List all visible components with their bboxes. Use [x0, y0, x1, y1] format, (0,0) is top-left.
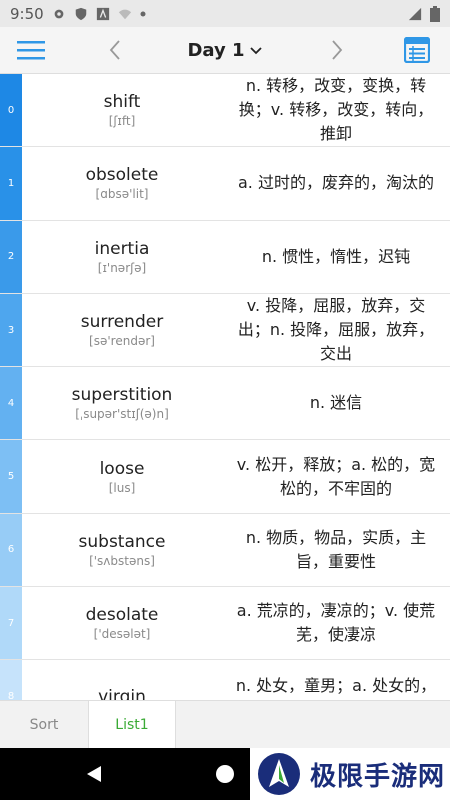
row-index: 6 — [0, 513, 22, 587]
menu-button[interactable] — [14, 33, 48, 67]
row-index: 7 — [0, 587, 22, 660]
word-text: obsolete — [85, 165, 159, 186]
word-row[interactable]: 1 obsolete [ɑbsə'lit] a. 过时的，废弃的，淘汰的 — [0, 147, 450, 221]
word-column: desolate ['desələt] — [22, 587, 222, 659]
definition-text: n. 迷信 — [309, 393, 363, 413]
signal-icon — [408, 7, 422, 20]
word-column: shift [ʃɪft] — [22, 74, 222, 146]
home-circle-icon — [216, 765, 234, 783]
word-column: inertia [ɪ'nərʃə] — [22, 221, 222, 293]
tab-sort[interactable]: Sort — [0, 701, 88, 748]
word-row[interactable]: 2 inertia [ɪ'nərʃə] n. 惯性，惰性，迟钝 — [0, 220, 450, 294]
definition-text: n. 物质，物品，实质，主旨，重要性 — [245, 527, 427, 571]
hamburger-menu-icon — [17, 41, 45, 60]
phonetic-text: [ɑbsə'lit] — [95, 187, 149, 202]
word-row[interactable]: 3 surrender [sə'rendər] v. 投降，屈服，放弃，交出；n. 投… — [0, 293, 450, 368]
font-icon — [96, 7, 109, 20]
phonetic-text: [ɪ'nərʃə] — [97, 260, 147, 275]
word-text: inertia — [94, 238, 150, 259]
watermark: 极限手游网 — [250, 748, 450, 800]
list-view-button[interactable] — [400, 33, 434, 67]
tab-list1-label: List1 — [115, 716, 149, 733]
word-text: substance — [78, 531, 166, 552]
home-button[interactable] — [215, 764, 235, 788]
watermark-text: 极限手游网 — [310, 761, 446, 792]
definition-text: n. 处女，童男；a. 处女的， — [235, 676, 437, 696]
word-column: virgin — [22, 660, 222, 700]
word-row[interactable]: 6 substance ['sʌbstəns] n. 物质，物品，实质，主旨，重要性 — [0, 513, 450, 588]
battery-icon — [430, 5, 440, 22]
word-column: obsolete [ɑbsə'lit] — [22, 147, 222, 219]
chevron-down-icon — [249, 46, 262, 54]
phonetic-text: [lus] — [108, 480, 136, 495]
row-index: 4 — [0, 367, 22, 440]
definition-text: n. 惯性，惰性，迟钝 — [261, 246, 411, 266]
settings-icon — [54, 9, 64, 18]
back-button[interactable] — [86, 765, 102, 787]
previous-day-button[interactable] — [100, 33, 130, 67]
word-text: desolate — [85, 605, 159, 626]
word-text: surrender — [80, 312, 164, 333]
word-text: virgin — [98, 686, 146, 700]
watermark-logo-icon — [258, 753, 300, 795]
list-view-icon — [404, 37, 430, 63]
word-column: superstition [ˌsupər'stɪʃ(ə)n] — [22, 367, 222, 439]
definition-text: a. 过时的，废弃的，淘汰的 — [238, 173, 434, 193]
word-row[interactable]: 0 shift [ʃɪft] n. 转移，改变，变换，转换；v. 转移，改变，转向，推… — [0, 74, 450, 148]
word-text: loose — [99, 458, 145, 479]
toolbar: Day 1 — [0, 27, 450, 74]
tab-sort-label: Sort — [29, 716, 59, 733]
row-index: 0 — [0, 74, 22, 147]
row-index: 8 — [0, 660, 22, 700]
bottom-tabs: Sort List1 — [0, 700, 450, 748]
word-row[interactable]: 5 loose [lus] v. 松开，释放；a. 松的，宽松的，不牢固的 — [0, 440, 450, 514]
word-row[interactable]: 4 superstition [ˌsupər'stɪʃ(ə)n] n. 迷信 — [0, 367, 450, 441]
row-index: 2 — [0, 220, 22, 293]
notification-dot-icon — [140, 11, 146, 16]
phonetic-text: ['sʌbstəns] — [89, 553, 155, 568]
next-day-button[interactable] — [322, 33, 352, 67]
phonetic-text: [ʃɪft] — [108, 114, 136, 129]
definition-text: v. 松开，释放；a. 松的，宽松的，不牢固的 — [236, 454, 436, 498]
row-index: 1 — [0, 147, 22, 220]
shield-icon — [75, 7, 86, 20]
definition-text: v. 投降，屈服，放弃，交出；n. 投降，屈服，放弃，交出 — [237, 296, 435, 364]
row-index: 5 — [0, 440, 22, 513]
word-text: shift — [103, 92, 141, 113]
phonetic-text: ['desələt] — [93, 627, 151, 642]
word-column: surrender [sə'rendər] — [22, 294, 222, 366]
word-text: superstition — [71, 385, 173, 406]
phonetic-text: [ˌsupər'stɪʃ(ə)n] — [75, 407, 169, 422]
definition-text: n. 转移，改变，变换，转换；v. 转移，改变，转向，推卸 — [238, 76, 434, 144]
tab-list1[interactable]: List1 — [88, 701, 176, 748]
status-time: 9:50 — [10, 4, 44, 23]
chevron-right-icon — [332, 40, 343, 60]
phonetic-text: [sə'rendər] — [89, 334, 155, 349]
day-selector[interactable]: Day 1 — [187, 40, 262, 61]
status-bar: 9:50 — [0, 0, 450, 27]
definition-text: a. 荒凉的，凄凉的；v. 使荒芜，使凄凉 — [236, 601, 436, 645]
back-triangle-icon — [87, 766, 101, 782]
word-row[interactable]: 8 virgin n. 处女，童男；a. 处女的， — [0, 660, 450, 700]
chevron-left-icon — [109, 40, 120, 60]
word-column: substance ['sʌbstəns] — [22, 514, 222, 586]
word-column: loose [lus] — [22, 440, 222, 512]
word-list[interactable]: 0 shift [ʃɪft] n. 转移，改变，变换，转换；v. 转移，改变，转向，推… — [0, 74, 450, 700]
word-row[interactable]: 7 desolate ['desələt] a. 荒凉的，凄凉的；v. 使荒芜，使凄凉 — [0, 587, 450, 661]
page-title: Day 1 — [187, 40, 245, 61]
wifi-off-icon — [118, 9, 131, 19]
row-index: 3 — [0, 293, 22, 367]
